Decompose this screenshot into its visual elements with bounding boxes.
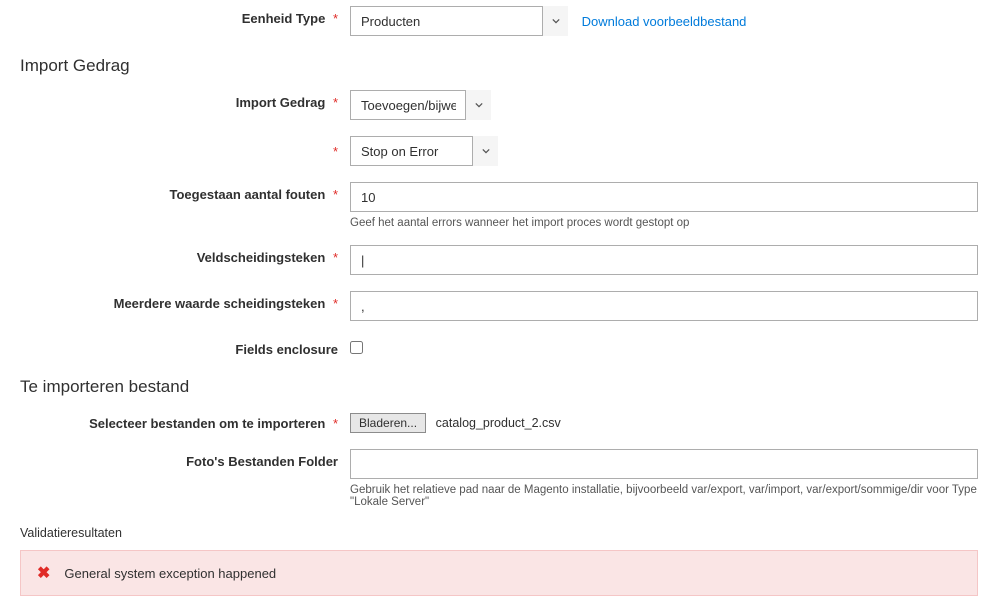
import-behavior-label: Import Gedrag <box>236 95 326 110</box>
fields-enclosure-checkbox[interactable] <box>350 341 363 354</box>
import-behavior-heading: Import Gedrag <box>20 56 978 76</box>
entity-type-select[interactable]: Producten <box>350 6 568 36</box>
images-folder-label: Foto's Bestanden Folder <box>186 454 338 469</box>
allowed-errors-help: Geef het aantal errors wanneer het impor… <box>350 217 978 229</box>
images-folder-input[interactable] <box>350 449 978 479</box>
field-separator-input[interactable] <box>350 245 978 275</box>
allowed-errors-label: Toegestaan aantal fouten <box>170 187 326 202</box>
field-separator-label: Veldscheidingsteken <box>197 250 326 265</box>
images-folder-help: Gebruik het relatieve pad naar de Magent… <box>350 484 978 508</box>
required-asterisk: * <box>20 136 350 159</box>
validation-error-message: ✖ General system exception happened <box>20 550 978 596</box>
required-asterisk: * <box>333 250 338 265</box>
required-asterisk: * <box>333 187 338 202</box>
required-asterisk: * <box>333 95 338 110</box>
fields-enclosure-label: Fields enclosure <box>235 342 338 357</box>
browse-button[interactable]: Bladeren... <box>350 413 426 433</box>
download-sample-link[interactable]: Download voorbeeldbestand <box>582 14 747 29</box>
required-asterisk: * <box>333 416 338 431</box>
multi-separator-input[interactable] <box>350 291 978 321</box>
entity-type-label: Eenheid Type <box>242 11 326 26</box>
error-text: General system exception happened <box>64 566 276 581</box>
multi-separator-label: Meerdere waarde scheidingsteken <box>114 296 326 311</box>
required-asterisk: * <box>333 296 338 311</box>
select-file-label: Selecteer bestanden om te importeren <box>89 416 325 431</box>
import-behavior-select[interactable]: Toevoegen/bijwerken <box>350 90 491 120</box>
allowed-errors-input[interactable] <box>350 182 978 212</box>
required-asterisk: * <box>333 11 338 26</box>
validation-strategy-select[interactable]: Stop on Error <box>350 136 498 166</box>
selected-file-name: catalog_product_2.csv <box>436 416 561 430</box>
error-icon: ✖ <box>37 563 50 583</box>
validation-results-title: Validatieresultaten <box>20 526 998 540</box>
file-section-heading: Te importeren bestand <box>20 377 978 397</box>
